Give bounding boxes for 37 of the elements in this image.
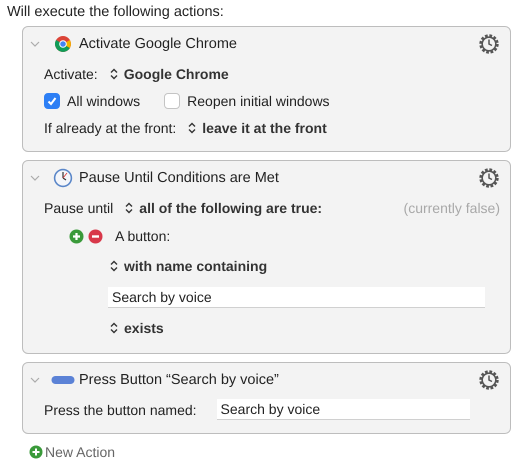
field-label: If already at the front: (44, 120, 176, 136)
gear-icon[interactable] (478, 369, 500, 391)
condition-label: A button: (115, 228, 170, 244)
popup-button[interactable]: with name containing (108, 258, 270, 274)
checkbox-label: All windows (67, 92, 140, 108)
new-action-button[interactable]: New Action (29, 444, 116, 460)
checkbox-label: Reopen initial windows (187, 92, 330, 108)
checkbox[interactable] (164, 92, 180, 108)
up-down-chevron-icon (110, 322, 118, 334)
gear-icon[interactable] (478, 33, 500, 55)
popup-button[interactable]: Google Chrome (108, 66, 231, 82)
up-down-chevron-icon (125, 202, 134, 214)
checkmark-icon (46, 94, 58, 106)
up-down-chevron-icon (110, 260, 118, 272)
field-label: Pause until (44, 200, 114, 216)
text-field[interactable]: Search by voice (216, 399, 470, 420)
field-label: Press the button named: (44, 402, 197, 418)
checkbox[interactable] (44, 92, 60, 108)
up-down-chevron-icon (188, 122, 196, 134)
popup-button[interactable]: exists (108, 320, 166, 336)
field-label: Activate: (44, 66, 98, 82)
text-field[interactable]: Search by voice (108, 286, 485, 308)
popup-button[interactable]: leave it at the front (186, 120, 329, 136)
section-heading: Will execute the following actions: (7, 4, 224, 20)
gear-icon[interactable] (478, 167, 500, 189)
add-icon[interactable] (69, 228, 84, 244)
button-icon (51, 375, 75, 385)
up-down-chevron-icon (110, 68, 118, 80)
action-title: Activate Google Chrome (79, 36, 238, 52)
remove-icon[interactable] (88, 228, 103, 244)
add-icon (29, 445, 43, 459)
popup-button[interactable]: all of the following are true: (123, 200, 324, 216)
action-title: Pause Until Conditions are Met (79, 170, 280, 186)
clock-icon (53, 168, 73, 188)
chrome-icon (54, 35, 72, 53)
status-text: (currently false) (404, 200, 500, 216)
action-title: Press Button “Search by voice” (79, 372, 280, 388)
